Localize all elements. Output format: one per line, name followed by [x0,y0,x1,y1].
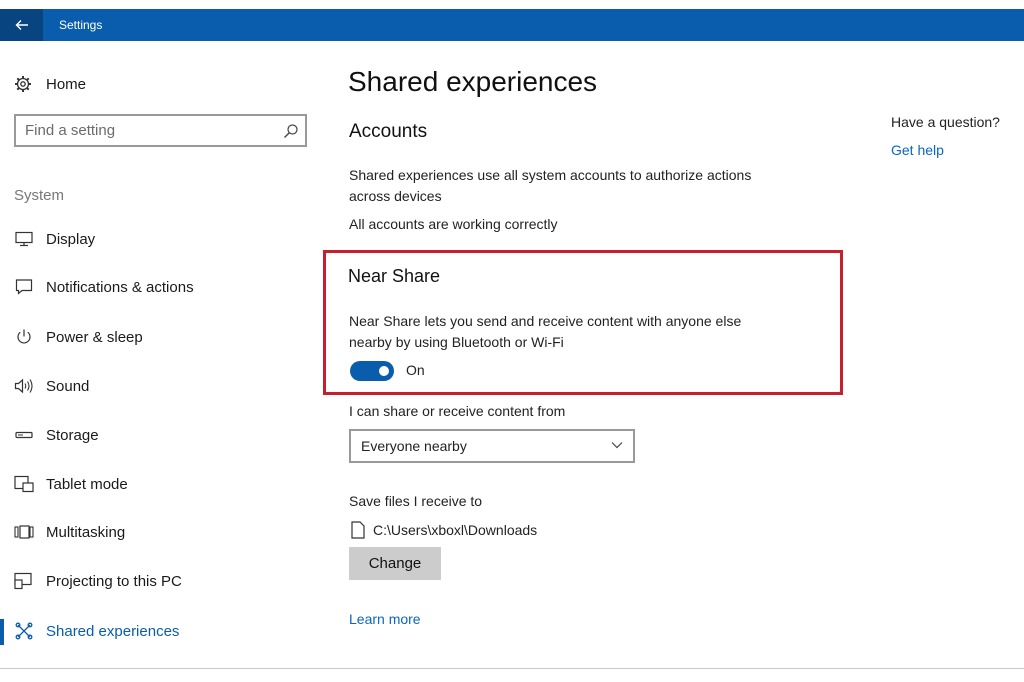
accounts-heading: Accounts [349,121,428,142]
sidebar-home[interactable]: Home [14,72,86,96]
title-bar: Settings [0,9,1024,41]
help-question: Have a question? [891,114,1000,130]
near-share-description-line-1: Near Share lets you send and receive con… [349,313,742,329]
back-arrow-icon [15,20,28,30]
sidebar-item-sound[interactable]: Sound [14,374,89,398]
sidebar-item-notifications[interactable]: Notifications & actions [14,275,194,299]
gear-icon [15,76,31,92]
file-icon [351,521,365,539]
save-path: C:\Users\xboxl\Downloads [373,522,538,538]
tablet-mode-icon [14,474,34,494]
share-from-label: I can share or receive content from [349,403,566,419]
sidebar-item-shared-experiences[interactable]: Shared experiences [14,619,179,643]
bottom-divider [0,668,1024,669]
sidebar-item-label: Power & sleep [46,328,143,346]
notification-icon [14,277,34,297]
sidebar-item-label: Sound [46,377,90,395]
learn-more-link[interactable]: Learn more [349,611,421,627]
sidebar-home-label: Home [46,75,87,93]
sidebar-item-label: Multitasking [46,523,126,541]
sidebar-item-label: Notifications & actions [46,278,194,296]
accounts-description: Shared experiences use all system accoun… [349,165,751,207]
sidebar-item-storage[interactable]: Storage [14,423,99,447]
near-share-heading: Near Share [348,266,441,286]
sidebar-item-power-sleep[interactable]: Power & sleep [14,325,143,349]
accounts-description-line-1: Shared experiences use all system accoun… [349,167,752,183]
toggle-knob [379,366,389,376]
sidebar-item-tablet-mode[interactable]: Tablet mode [14,472,128,496]
power-icon [14,327,34,347]
projecting-icon [14,571,34,591]
get-help-link[interactable]: Get help [891,142,944,158]
save-files-label: Save files I receive to [349,493,483,509]
monitor-icon [14,229,34,249]
sidebar-item-projecting[interactable]: Projecting to this PC [14,569,182,593]
storage-icon [14,425,34,445]
search-box[interactable] [14,114,307,147]
speaker-icon [14,376,34,396]
near-share-description: Near Share lets you send and receive con… [349,311,741,353]
sidebar-item-display[interactable]: Display [14,227,95,251]
selected-indicator [0,619,4,645]
window-title: Settings [59,18,103,32]
sidebar-item-multitasking[interactable]: Multitasking [14,520,125,544]
share-from-selected: Everyone nearby [361,438,467,454]
multitasking-icon [14,522,34,542]
near-share-description-line-2: nearby by using Bluetooth or Wi-Fi [349,334,564,350]
save-path-row: C:\Users\xboxl\Downloads [351,518,537,542]
sidebar-item-label: Storage [46,426,99,444]
sidebar-item-label: Shared experiences [46,622,180,640]
page-title: Shared experiences [348,66,598,97]
accounts-status: All accounts are working correctly [349,216,558,232]
search-icon[interactable] [283,123,299,139]
change-button[interactable]: Change [349,547,441,580]
accounts-description-line-2: across devices [349,188,442,204]
chevron-down-icon [611,442,623,449]
near-share-toggle-state: On [406,362,425,378]
sidebar-item-label: Projecting to this PC [46,572,182,590]
back-button[interactable] [0,9,43,41]
share-from-dropdown[interactable]: Everyone nearby [349,429,635,463]
shared-experiences-icon [14,621,34,641]
sidebar-section-system: System [14,187,65,204]
sidebar-item-label: Tablet mode [46,475,128,493]
near-share-toggle[interactable] [350,361,394,381]
sidebar-item-label: Display [46,230,96,248]
search-input[interactable] [25,116,275,145]
